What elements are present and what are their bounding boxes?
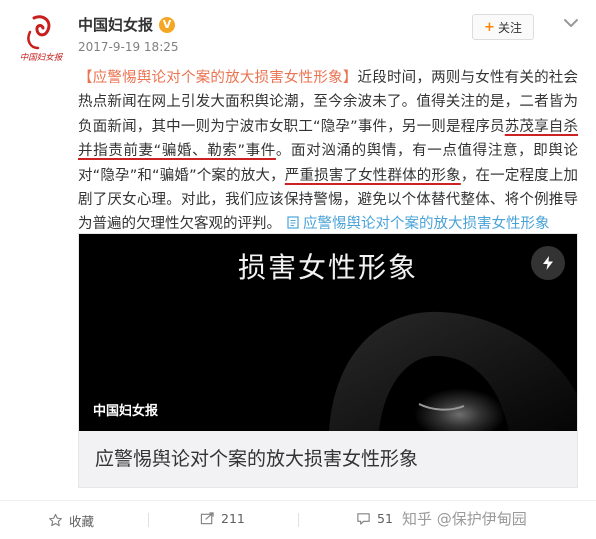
forward-count: 211 [221, 511, 245, 526]
newspaper-logo: 中国妇女报 [12, 10, 70, 68]
avatar-text: 中国妇女报 [20, 52, 64, 63]
cover-image-title: 损害女性形象 [237, 251, 418, 284]
avatar[interactable]: 中国妇女报 [12, 10, 70, 68]
cover-image-source: 中国妇女报 [93, 404, 159, 419]
comment-count: 51 [377, 511, 393, 526]
comment-icon [357, 513, 370, 525]
post-timestamp[interactable]: 2017-9-19 18:25 [78, 40, 179, 54]
follow-button[interactable]: + 关注 [472, 14, 534, 40]
favorite-button[interactable]: 收藏 [48, 511, 94, 530]
article-card-title[interactable]: 应警惕舆论对个案的放大损害女性形象 [95, 444, 418, 471]
star-icon [49, 513, 62, 527]
favorite-label: 收藏 [69, 514, 95, 529]
divider [298, 513, 299, 527]
article-card[interactable]: 损害女性形象 中国妇女报 应警惕舆论对个案的放大损害女性形象 [78, 233, 578, 488]
post-action-bar: 收藏 211 51 知乎 @保护伊甸园 [0, 500, 596, 539]
forward-button[interactable]: 211 [200, 511, 245, 526]
watermark: 知乎 @保护伊甸园 [402, 510, 527, 528]
post-title-hashtag[interactable]: 【应警惕舆论对个案的放大损害女性形象】 [78, 70, 358, 86]
username-text[interactable]: 中国妇女报 [78, 14, 153, 35]
username[interactable]: 中国妇女报 V [78, 14, 176, 35]
follow-label: 关注 [497, 20, 522, 35]
chevron-down-icon[interactable] [560, 12, 582, 34]
comment-button[interactable]: 51 [356, 511, 393, 526]
underlined-phrase-2: 严重损害了女性群体的形象 [284, 167, 461, 184]
forward-icon [200, 512, 214, 525]
article-link[interactable]: 应警惕舆论对个案的放大损害女性形象 [303, 216, 550, 232]
article-cover-image[interactable]: 损害女性形象 中国妇女报 [79, 234, 577, 431]
post-text: 【应警惕舆论对个案的放大损害女性形象】近段时间，两则与女性有关的社会热点新闻在网… [78, 66, 578, 237]
plus-icon: + [484, 19, 495, 35]
lightning-icon[interactable] [531, 246, 565, 280]
document-icon [287, 213, 299, 230]
verified-badge-icon: V [159, 16, 176, 33]
weibo-post: 中国妇女报 中国妇女报 V 2017-9-19 18:25 + 关注 【应警惕舆… [0, 0, 596, 539]
divider [148, 513, 149, 527]
